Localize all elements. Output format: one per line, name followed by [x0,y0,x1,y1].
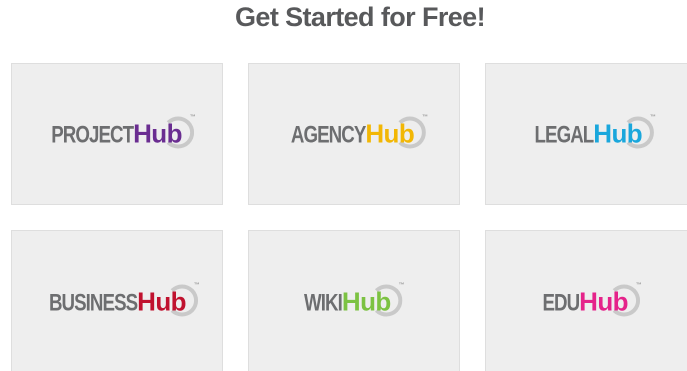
trademark-mark: ™ [422,114,429,121]
legalhub-logo: LEGAL Hub ™ [532,115,656,149]
wikihub-logo: WIKI Hub ™ [304,283,405,317]
logo-hub: Hub ™ [579,283,642,317]
agencyhub-card[interactable]: AGENCY Hub ™ [248,63,460,205]
logo-prefix: BUSINESS [48,289,138,317]
logo-hub: Hub ™ [341,283,405,317]
trademark-mark: ™ [193,282,200,289]
trademark-mark: ™ [650,114,657,121]
logo-prefix: LEGAL [534,121,595,149]
logo-hub: Hub ™ [593,115,656,149]
page-title: Get Started for Free! [235,2,486,32]
businesshub-card[interactable]: BUSINESS Hub ™ [11,230,223,371]
projecthub-logo: PROJECT Hub ™ [42,115,196,149]
logo-hub-text: Hub [365,118,415,149]
logo-hub-text: Hub [593,118,643,149]
trademark-mark: ™ [635,282,642,289]
logo-prefix: EDU [542,289,580,317]
get-started-section: Get Started for Free! PROJECT Hub ™ AGENCY… [0,0,687,371]
projecthub-card[interactable]: PROJECT Hub ™ [11,63,223,205]
logo-hub-text: Hub [341,286,391,317]
eduhub-card[interactable]: EDU Hub ™ [485,230,687,371]
logo-hub: Hub ™ [133,115,196,149]
logo-hub-text: Hub [137,286,186,317]
logo-prefix: WIKI [304,289,343,317]
logo-hub: Hub ™ [365,115,428,149]
businesshub-logo: BUSINESS Hub ™ [38,283,200,317]
logo-hub: Hub ™ [137,283,200,317]
legalhub-card[interactable]: LEGAL Hub ™ [485,63,687,205]
logo-prefix: PROJECT [51,121,134,149]
trademark-mark: ™ [189,114,196,121]
logo-hub-text: Hub [133,118,182,149]
agencyhub-logo: AGENCY Hub ™ [284,115,428,149]
logo-hub-text: Hub [579,286,628,317]
wikihub-card[interactable]: WIKI Hub ™ [248,230,460,371]
eduhub-logo: EDU Hub ™ [542,283,642,317]
trademark-mark: ™ [398,282,405,289]
logo-prefix: AGENCY [290,121,366,149]
